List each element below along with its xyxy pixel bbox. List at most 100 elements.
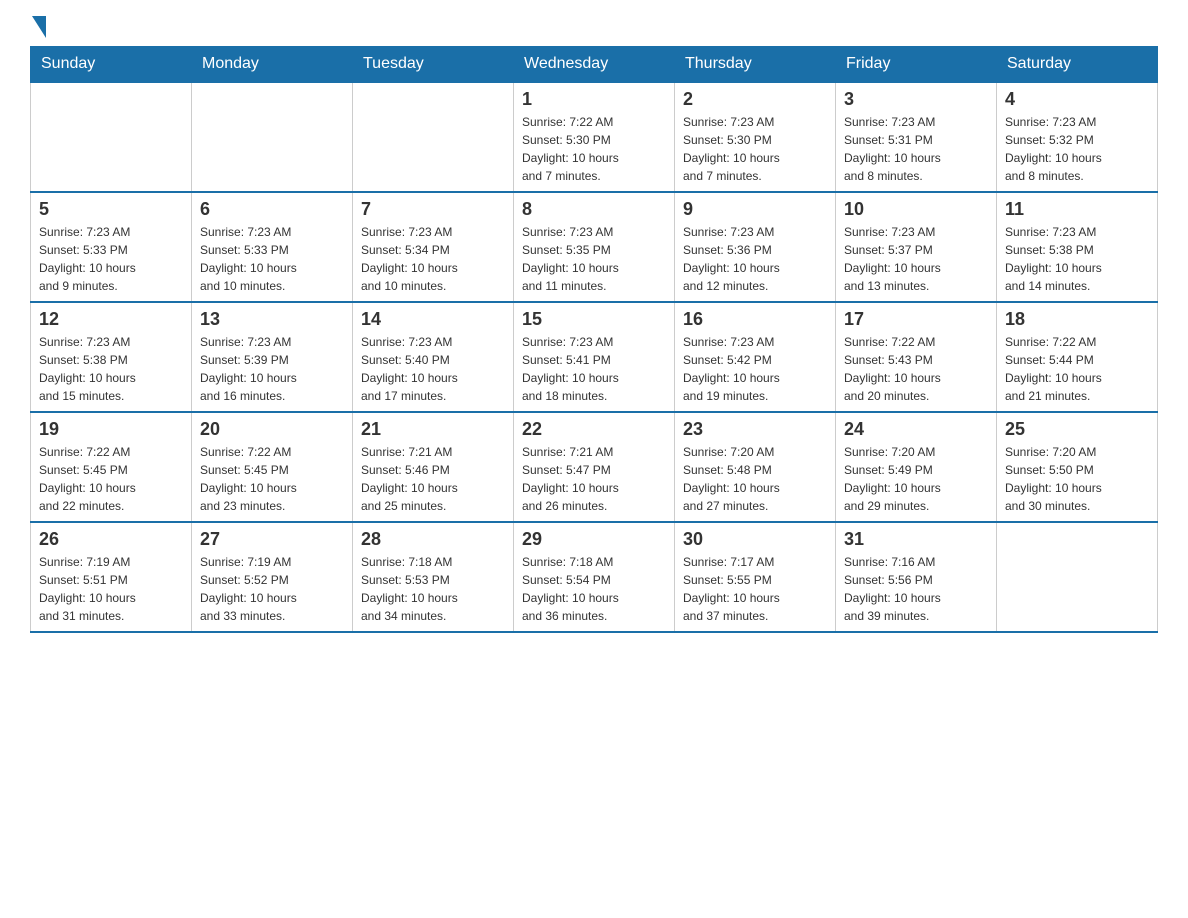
day-number: 27 — [200, 529, 344, 550]
day-number: 7 — [361, 199, 505, 220]
calendar-cell: 16 Sunrise: 7:23 AM Sunset: 5:42 PM Dayli… — [675, 302, 836, 412]
day-number: 3 — [844, 89, 988, 110]
calendar-cell: 6 Sunrise: 7:23 AM Sunset: 5:33 PM Daylig… — [192, 192, 353, 302]
day-info: Sunrise: 7:19 AM Sunset: 5:52 PM Dayligh… — [200, 553, 344, 625]
day-info: Sunrise: 7:22 AM Sunset: 5:30 PM Dayligh… — [522, 113, 666, 185]
day-info: Sunrise: 7:23 AM Sunset: 5:42 PM Dayligh… — [683, 333, 827, 405]
day-number: 12 — [39, 309, 183, 330]
calendar-cell: 28 Sunrise: 7:18 AM Sunset: 5:53 PM Dayli… — [353, 522, 514, 632]
day-number: 16 — [683, 309, 827, 330]
calendar-cell: 4 Sunrise: 7:23 AM Sunset: 5:32 PM Daylig… — [997, 82, 1158, 192]
day-info: Sunrise: 7:19 AM Sunset: 5:51 PM Dayligh… — [39, 553, 183, 625]
day-info: Sunrise: 7:23 AM Sunset: 5:32 PM Dayligh… — [1005, 113, 1149, 185]
calendar-cell: 15Sunrise: 7:23 AM Sunset: 5:41 PM Dayli… — [514, 302, 675, 412]
day-info: Sunrise: 7:23 AM Sunset: 5:30 PM Dayligh… — [683, 113, 827, 185]
day-number: 6 — [200, 199, 344, 220]
day-number: 23 — [683, 419, 827, 440]
calendar-day-header: Monday — [192, 47, 353, 83]
day-number: 28 — [361, 529, 505, 550]
day-info: Sunrise: 7:20 AM Sunset: 5:49 PM Dayligh… — [844, 443, 988, 515]
calendar-cell: 13 Sunrise: 7:23 AM Sunset: 5:39 PM Dayli… — [192, 302, 353, 412]
calendar-cell: 12 Sunrise: 7:23 AM Sunset: 5:38 PM Dayli… — [31, 302, 192, 412]
calendar-table: SundayMondayTuesdayWednesdayThursdayFrid… — [30, 46, 1158, 633]
calendar-day-header: Tuesday — [353, 47, 514, 83]
calendar-cell — [31, 82, 192, 192]
day-number: 20 — [200, 419, 344, 440]
day-info: Sunrise: 7:21 AM Sunset: 5:46 PM Dayligh… — [361, 443, 505, 515]
day-info: Sunrise: 7:23 AM Sunset: 5:40 PM Dayligh… — [361, 333, 505, 405]
calendar-cell: 1 Sunrise: 7:22 AM Sunset: 5:30 PM Daylig… — [514, 82, 675, 192]
calendar-cell: 10 Sunrise: 7:23 AM Sunset: 5:37 PM Dayli… — [836, 192, 997, 302]
calendar-day-header: Friday — [836, 47, 997, 83]
day-info: Sunrise: 7:23 AM Sunset: 5:33 PM Dayligh… — [200, 223, 344, 295]
calendar-cell: 5 Sunrise: 7:23 AM Sunset: 5:33 PM Daylig… — [31, 192, 192, 302]
day-info: Sunrise: 7:23 AM Sunset: 5:37 PM Dayligh… — [844, 223, 988, 295]
day-info: Sunrise: 7:23 AM Sunset: 5:35 PM Dayligh… — [522, 223, 666, 295]
calendar-day-header: Thursday — [675, 47, 836, 83]
day-number: 4 — [1005, 89, 1149, 110]
day-info: Sunrise: 7:22 AM Sunset: 5:44 PM Dayligh… — [1005, 333, 1149, 405]
day-info: Sunrise: 7:23 AM Sunset: 5:34 PM Dayligh… — [361, 223, 505, 295]
day-info: Sunrise: 7:22 AM Sunset: 5:43 PM Dayligh… — [844, 333, 988, 405]
day-number: 24 — [844, 419, 988, 440]
day-info: Sunrise: 7:20 AM Sunset: 5:48 PM Dayligh… — [683, 443, 827, 515]
calendar-day-header: Wednesday — [514, 47, 675, 83]
day-number: 21 — [361, 419, 505, 440]
calendar-cell: 9 Sunrise: 7:23 AM Sunset: 5:36 PM Daylig… — [675, 192, 836, 302]
day-number: 22 — [522, 419, 666, 440]
day-number: 29 — [522, 529, 666, 550]
day-number: 17 — [844, 309, 988, 330]
day-info: Sunrise: 7:23 AM Sunset: 5:38 PM Dayligh… — [1005, 223, 1149, 295]
day-info: Sunrise: 7:16 AM Sunset: 5:56 PM Dayligh… — [844, 553, 988, 625]
day-info: Sunrise: 7:21 AM Sunset: 5:47 PM Dayligh… — [522, 443, 666, 515]
day-number: 14 — [361, 309, 505, 330]
calendar-week-row: 26Sunrise: 7:19 AM Sunset: 5:51 PM Dayli… — [31, 522, 1158, 632]
calendar-cell: 31 Sunrise: 7:16 AM Sunset: 5:56 PM Dayli… — [836, 522, 997, 632]
calendar-cell: 21 Sunrise: 7:21 AM Sunset: 5:46 PM Dayli… — [353, 412, 514, 522]
day-number: 11 — [1005, 199, 1149, 220]
day-info: Sunrise: 7:23 AM Sunset: 5:31 PM Dayligh… — [844, 113, 988, 185]
day-number: 13 — [200, 309, 344, 330]
day-number: 18 — [1005, 309, 1149, 330]
calendar-week-row: 12 Sunrise: 7:23 AM Sunset: 5:38 PM Dayli… — [31, 302, 1158, 412]
day-number: 31 — [844, 529, 988, 550]
calendar-cell: 22 Sunrise: 7:21 AM Sunset: 5:47 PM Dayli… — [514, 412, 675, 522]
day-info: Sunrise: 7:23 AM Sunset: 5:36 PM Dayligh… — [683, 223, 827, 295]
calendar-cell — [997, 522, 1158, 632]
calendar-cell: 2Sunrise: 7:23 AM Sunset: 5:30 PM Daylig… — [675, 82, 836, 192]
calendar-header-row: SundayMondayTuesdayWednesdayThursdayFrid… — [31, 47, 1158, 83]
calendar-cell: 11 Sunrise: 7:23 AM Sunset: 5:38 PM Dayli… — [997, 192, 1158, 302]
calendar-cell: 14 Sunrise: 7:23 AM Sunset: 5:40 PM Dayli… — [353, 302, 514, 412]
calendar-cell — [192, 82, 353, 192]
day-info: Sunrise: 7:23 AM Sunset: 5:33 PM Dayligh… — [39, 223, 183, 295]
logo-triangle-icon — [32, 16, 46, 38]
day-info: Sunrise: 7:22 AM Sunset: 5:45 PM Dayligh… — [200, 443, 344, 515]
day-number: 10 — [844, 199, 988, 220]
calendar-cell: 25Sunrise: 7:20 AM Sunset: 5:50 PM Dayli… — [997, 412, 1158, 522]
calendar-cell: 19 Sunrise: 7:22 AM Sunset: 5:45 PM Dayli… — [31, 412, 192, 522]
day-number: 8 — [522, 199, 666, 220]
day-info: Sunrise: 7:23 AM Sunset: 5:39 PM Dayligh… — [200, 333, 344, 405]
day-info: Sunrise: 7:18 AM Sunset: 5:53 PM Dayligh… — [361, 553, 505, 625]
day-number: 9 — [683, 199, 827, 220]
calendar-cell: 18 Sunrise: 7:22 AM Sunset: 5:44 PM Dayli… — [997, 302, 1158, 412]
day-number: 1 — [522, 89, 666, 110]
day-info: Sunrise: 7:18 AM Sunset: 5:54 PM Dayligh… — [522, 553, 666, 625]
calendar-week-row: 19 Sunrise: 7:22 AM Sunset: 5:45 PM Dayli… — [31, 412, 1158, 522]
calendar-cell: 29 Sunrise: 7:18 AM Sunset: 5:54 PM Dayli… — [514, 522, 675, 632]
day-info: Sunrise: 7:17 AM Sunset: 5:55 PM Dayligh… — [683, 553, 827, 625]
page-header — [30, 20, 1158, 36]
calendar-day-header: Saturday — [997, 47, 1158, 83]
logo — [30, 20, 46, 36]
day-info: Sunrise: 7:23 AM Sunset: 5:38 PM Dayligh… — [39, 333, 183, 405]
calendar-cell: 20 Sunrise: 7:22 AM Sunset: 5:45 PM Dayli… — [192, 412, 353, 522]
day-number: 5 — [39, 199, 183, 220]
calendar-cell: 27 Sunrise: 7:19 AM Sunset: 5:52 PM Dayli… — [192, 522, 353, 632]
calendar-cell: 7 Sunrise: 7:23 AM Sunset: 5:34 PM Daylig… — [353, 192, 514, 302]
calendar-week-row: 5 Sunrise: 7:23 AM Sunset: 5:33 PM Daylig… — [31, 192, 1158, 302]
day-info: Sunrise: 7:22 AM Sunset: 5:45 PM Dayligh… — [39, 443, 183, 515]
calendar-cell: 26Sunrise: 7:19 AM Sunset: 5:51 PM Dayli… — [31, 522, 192, 632]
day-number: 19 — [39, 419, 183, 440]
calendar-cell: 23 Sunrise: 7:20 AM Sunset: 5:48 PM Dayli… — [675, 412, 836, 522]
calendar-cell: 17 Sunrise: 7:22 AM Sunset: 5:43 PM Dayli… — [836, 302, 997, 412]
